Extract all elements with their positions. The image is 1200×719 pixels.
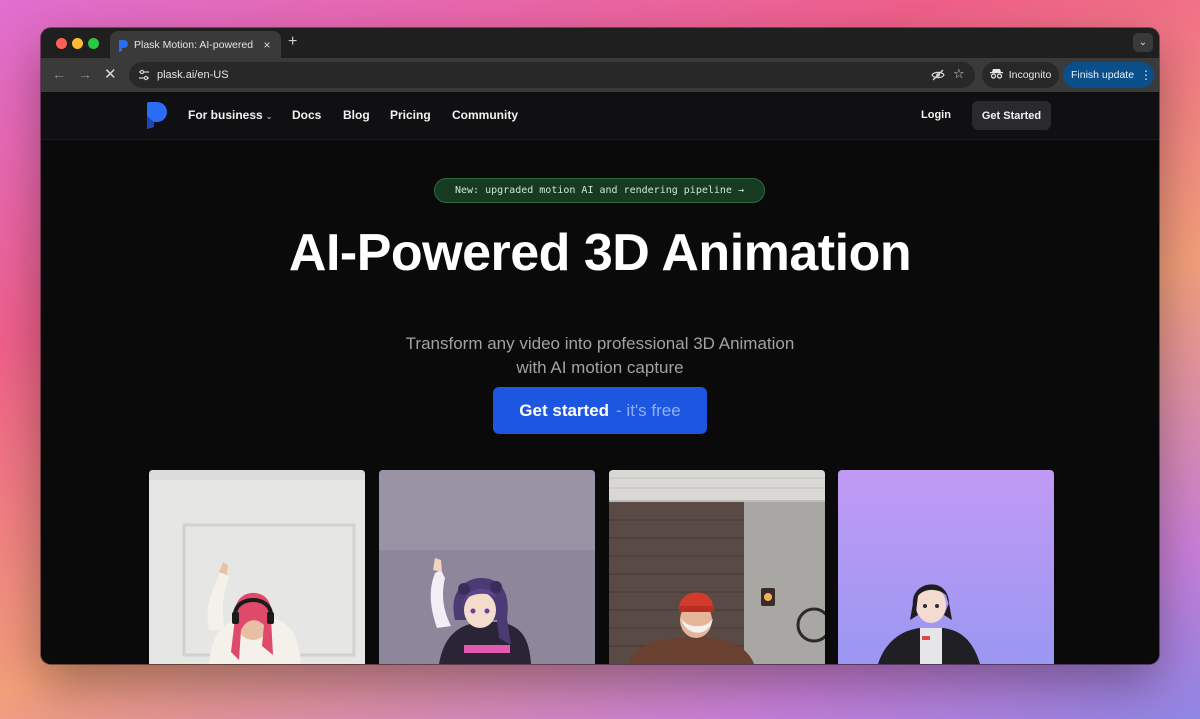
- eye-off-icon[interactable]: [931, 68, 945, 82]
- login-link[interactable]: Login: [921, 109, 951, 121]
- tab-strip: Plask Motion: AI-powered Mo × + ⌄: [41, 28, 1159, 58]
- url-text[interactable]: plask.ai/en-US: [157, 69, 229, 81]
- browser-window: Plask Motion: AI-powered Mo × + ⌄ ← → ✕ …: [41, 28, 1159, 664]
- hero-section: New: upgraded motion AI and rendering pi…: [41, 140, 1159, 664]
- tab-title: Plask Motion: AI-powered Mo: [134, 38, 255, 51]
- demo-video-woman-headphones[interactable]: [149, 470, 365, 664]
- tab-close-icon[interactable]: ×: [261, 38, 273, 52]
- hero-subtitle: Transform any video into professional 3D…: [405, 334, 795, 377]
- back-button[interactable]: ←: [52, 66, 66, 82]
- demo-video-anime-avatar-idle[interactable]: [838, 470, 1054, 664]
- plask-favicon-icon: [118, 39, 128, 52]
- incognito-button[interactable]: Incognito: [982, 62, 1059, 88]
- chevron-down-icon: ⌄: [265, 112, 273, 121]
- nav-docs[interactable]: Docs: [292, 108, 321, 122]
- incognito-label: Incognito: [1008, 69, 1052, 81]
- forward-button[interactable]: →: [78, 66, 92, 82]
- get-started-nav-button[interactable]: Get Started: [972, 101, 1051, 130]
- maximize-window-button[interactable]: [88, 38, 99, 49]
- site-info-icon[interactable]: [137, 68, 151, 82]
- cta-main-label: Get started: [519, 400, 610, 420]
- announcement-text: New: upgraded motion AI and rendering pi…: [455, 185, 732, 196]
- tab-search-button[interactable]: ⌄: [1133, 33, 1153, 52]
- minimize-window-button[interactable]: [72, 38, 83, 49]
- address-bar[interactable]: plask.ai/en-US ☆: [129, 62, 975, 88]
- close-window-button[interactable]: [56, 38, 67, 49]
- kebab-menu-icon[interactable]: ⋮: [1140, 68, 1152, 82]
- finish-update-label: Finish update: [1071, 69, 1135, 81]
- announcement-pill[interactable]: New: upgraded motion AI and rendering pi…: [434, 178, 765, 203]
- get-started-cta-button[interactable]: Get started - it's free: [493, 387, 707, 434]
- site-header: For business ⌄ Docs Blog Pricing Communit…: [41, 92, 1159, 140]
- arrow-right-icon: →: [737, 185, 744, 196]
- cta-sub-label: - it's free: [616, 400, 681, 420]
- bookmark-star-icon[interactable]: ☆: [953, 66, 967, 81]
- demo-video-man-red-beanie[interactable]: [609, 470, 825, 664]
- browser-toolbar: ← → ✕ plask.ai/en-US ☆ Incognito Finish …: [41, 58, 1159, 92]
- plask-logo[interactable]: [147, 102, 167, 129]
- nav-blog[interactable]: Blog: [343, 108, 370, 122]
- active-tab[interactable]: Plask Motion: AI-powered Mo ×: [110, 31, 281, 58]
- new-tab-button[interactable]: +: [288, 33, 297, 51]
- finish-update-button[interactable]: Finish update ⋮: [1063, 62, 1154, 88]
- nav-pricing[interactable]: Pricing: [390, 108, 431, 122]
- nav-community[interactable]: Community: [452, 108, 518, 122]
- incognito-icon: [989, 68, 1003, 82]
- page-title: AI-Powered 3D Animation: [288, 224, 912, 282]
- demo-video-anime-avatar[interactable]: [379, 470, 595, 664]
- stop-loading-button[interactable]: ✕: [104, 65, 117, 83]
- nav-for-business-label: For business: [188, 108, 263, 122]
- nav-for-business[interactable]: For business ⌄: [188, 108, 272, 122]
